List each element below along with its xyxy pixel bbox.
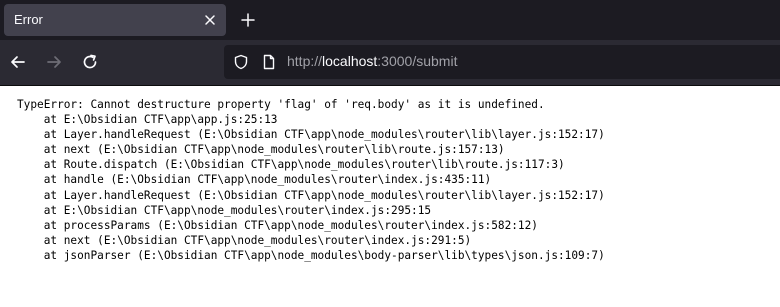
url-text[interactable]: http://localhost:3000/submit — [287, 53, 457, 69]
arrow-right-icon[interactable] — [45, 53, 63, 71]
stack-line: at next (E:\Obsidian CTF\app\node_module… — [17, 233, 472, 247]
navigation-bar: http://localhost:3000/submit — [0, 40, 780, 85]
error-output: TypeError: Cannot destructure property '… — [17, 97, 605, 263]
shield-icon[interactable] — [233, 54, 249, 70]
url-path: :3000/submit — [377, 53, 458, 69]
tab-title: Error — [14, 12, 43, 27]
stack-line: at jsonParser (E:\Obsidian CTF\app\node_… — [17, 248, 605, 262]
error-message: TypeError: Cannot destructure property '… — [17, 98, 545, 111]
stack-line: at handle (E:\Obsidian CTF\app\node_modu… — [17, 173, 492, 187]
stack-line: at next (E:\Obsidian CTF\app\node_module… — [17, 143, 505, 157]
page-content: TypeError: Cannot destructure property '… — [0, 86, 780, 307]
stack-line: at processParams (E:\Obsidian CTF\app\no… — [17, 218, 538, 232]
url-bar[interactable]: http://localhost:3000/submit — [224, 45, 780, 79]
plus-icon[interactable] — [240, 12, 256, 28]
stack-line: at E:\Obsidian CTF\app\app.js:25:13 — [17, 113, 278, 127]
reload-icon[interactable] — [81, 53, 99, 71]
arrow-left-icon[interactable] — [9, 53, 27, 71]
page-icon[interactable] — [261, 54, 277, 70]
stack-line: at E:\Obsidian CTF\app\node_modules\rout… — [17, 203, 432, 217]
tab-strip: Error — [0, 0, 780, 40]
tab-error[interactable]: Error — [4, 4, 226, 36]
stack-line: at Layer.handleRequest (E:\Obsidian CTF\… — [17, 188, 605, 202]
stack-line: at Layer.handleRequest (E:\Obsidian CTF\… — [17, 128, 605, 142]
url-host: localhost — [322, 53, 378, 69]
url-scheme: http:// — [287, 53, 323, 69]
close-icon[interactable] — [202, 12, 218, 28]
stack-line: at Route.dispatch (E:\Obsidian CTF\app\n… — [17, 158, 565, 172]
